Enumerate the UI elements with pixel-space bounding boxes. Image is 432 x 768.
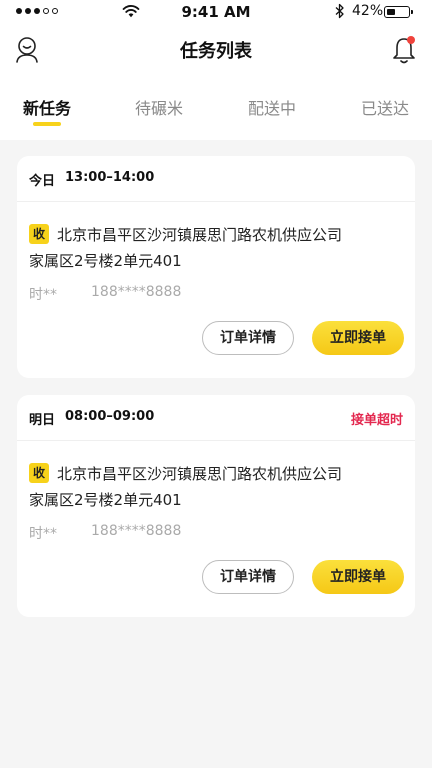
notification-badge	[407, 36, 415, 44]
order-address-line2: 家属区2号楼2单元401	[29, 252, 182, 270]
contact-name: 时**	[29, 287, 57, 303]
order-card: 明日 08:00–09:00 接单超时 收 北京市昌平区沙河镇展思门路农机供应公…	[17, 395, 415, 617]
tab-new-tasks[interactable]: 新任务	[23, 95, 71, 119]
notifications-button[interactable]	[390, 35, 418, 65]
accept-order-button[interactable]: 立即接单	[312, 560, 404, 594]
active-tab-indicator	[33, 122, 61, 126]
order-detail-button[interactable]: 订单详情	[202, 321, 294, 355]
tab-pending-milling[interactable]: 待碾米	[135, 95, 183, 119]
tab-delivering[interactable]: 配送中	[248, 95, 296, 119]
navbar: 任务列表	[0, 24, 432, 76]
order-status: 接单超时	[350, 413, 403, 428]
order-card-header: 今日 13:00–14:00	[17, 156, 415, 202]
order-address-line1: 北京市昌平区沙河镇展思门路农机供应公司	[57, 226, 343, 244]
pickup-tag: 收	[29, 463, 49, 483]
battery-icon	[384, 6, 413, 18]
tab-bar: 新任务 待碾米 配送中 已送达	[0, 76, 432, 140]
pickup-tag: 收	[29, 224, 49, 244]
contact-phone: 188****8888	[91, 523, 182, 539]
tab-delivered[interactable]: 已送达	[361, 95, 409, 119]
order-date: 明日	[29, 413, 56, 428]
accept-order-button[interactable]: 立即接单	[312, 321, 404, 355]
order-time-range: 13:00–14:00	[65, 170, 155, 185]
order-time-range: 08:00–09:00	[65, 409, 155, 424]
contact-name: 时**	[29, 526, 57, 542]
battery-fill	[386, 8, 395, 15]
bluetooth-icon	[335, 3, 344, 19]
order-address-line2: 家属区2号楼2单元401	[29, 491, 182, 509]
order-card-header: 明日 08:00–09:00 接单超时	[17, 395, 415, 441]
order-detail-button[interactable]: 订单详情	[202, 560, 294, 594]
status-bar: 9:41 AM 42%	[0, 0, 432, 24]
order-address-line1: 北京市昌平区沙河镇展思门路农机供应公司	[57, 465, 343, 483]
contact-phone: 188****8888	[91, 284, 182, 300]
battery-percent: 42%	[352, 3, 384, 19]
order-date: 今日	[29, 174, 56, 189]
page-title: 任务列表	[180, 41, 252, 62]
order-card: 今日 13:00–14:00 收 北京市昌平区沙河镇展思门路农机供应公司 家属区…	[17, 156, 415, 378]
